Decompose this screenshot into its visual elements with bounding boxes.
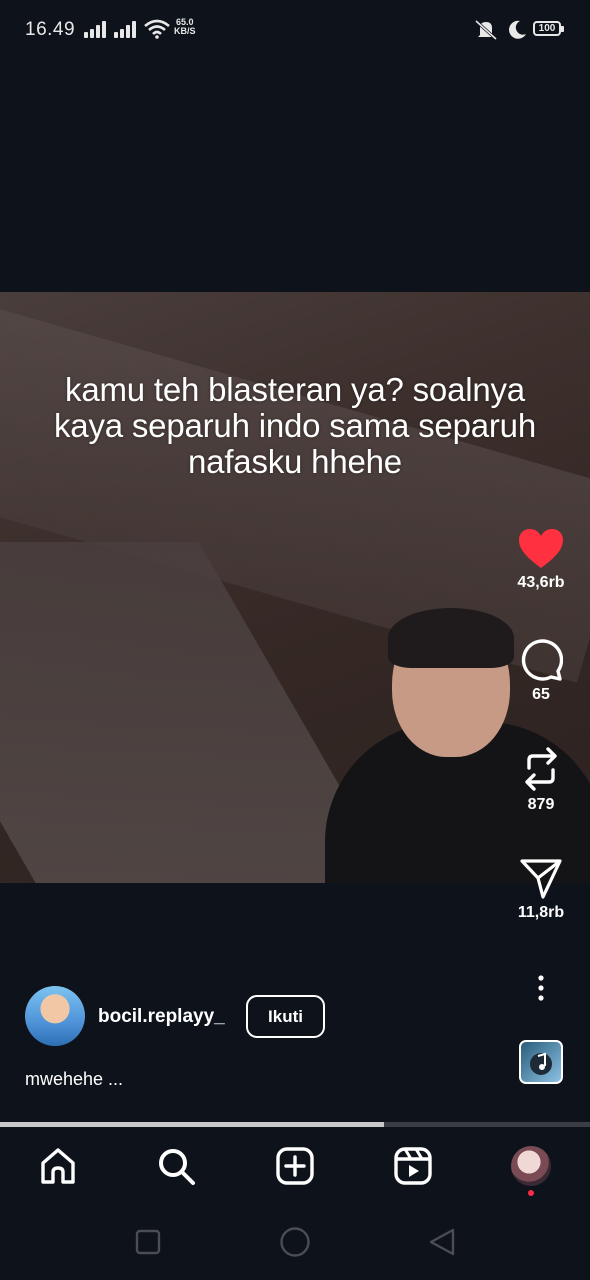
follow-button[interactable]: Ikuti <box>246 995 325 1038</box>
video-progress-fill <box>0 1122 384 1127</box>
caption-line: kaya separuh indo sama separuh <box>54 407 536 444</box>
comment-count: 65 <box>532 686 550 703</box>
caption-line: nafasku hhehe <box>188 443 402 480</box>
more-options-icon[interactable] <box>534 974 548 1004</box>
repost-icon[interactable] <box>521 746 561 792</box>
user-avatar[interactable] <box>25 986 85 1046</box>
comment-button[interactable]: 65 <box>505 638 577 704</box>
reels-icon[interactable] <box>393 1146 433 1186</box>
system-navigation-bar <box>0 1205 590 1280</box>
video-progress-bar[interactable] <box>0 1122 590 1127</box>
reel-video[interactable]: kamu teh blasteran ya? soalnya kaya sepa… <box>0 292 590 883</box>
home-icon[interactable] <box>38 1146 78 1186</box>
send-paper-plane-icon[interactable] <box>519 858 563 900</box>
caption-line: kamu teh blasteran ya? soalnya <box>65 371 525 408</box>
signal-icon <box>114 21 140 38</box>
recent-apps-square-icon[interactable] <box>135 1229 161 1255</box>
share-count: 11,8rb <box>517 904 565 921</box>
network-speed: 65.0 KB/S <box>174 18 196 36</box>
home-circle-icon[interactable] <box>279 1226 311 1258</box>
like-button[interactable]: 43,6rb <box>505 528 577 592</box>
profile-avatar[interactable] <box>511 1146 551 1186</box>
bottom-navigation <box>0 1130 590 1205</box>
nav-reels[interactable] <box>393 1146 433 1186</box>
search-icon[interactable] <box>156 1146 196 1186</box>
post-description[interactable]: mwehehe ... <box>25 1069 123 1090</box>
status-bar: 16.49 65.0 KB/S 100 <box>0 0 590 60</box>
nav-home[interactable] <box>38 1146 78 1186</box>
nav-profile[interactable] <box>511 1146 551 1186</box>
like-count: 43,6rb <box>517 574 565 591</box>
nav-search[interactable] <box>156 1146 196 1186</box>
network-speed-unit: KB/S <box>174 26 196 36</box>
signal-icon <box>84 21 110 38</box>
video-person-hair <box>388 608 514 668</box>
repost-button[interactable]: 879 <box>505 746 577 814</box>
nav-create[interactable] <box>275 1146 315 1186</box>
share-button[interactable]: 11,8rb <box>505 858 577 922</box>
back-triangle-icon[interactable] <box>428 1227 456 1257</box>
repost-count: 879 <box>527 796 555 813</box>
wifi-icon <box>144 19 170 39</box>
username[interactable]: bocil.replayy_ <box>98 1006 225 1028</box>
mute-vibrate-icon <box>474 19 498 41</box>
video-caption: kamu teh blasteran ya? soalnya kaya sepa… <box>20 372 570 480</box>
profile-notification-dot <box>528 1190 534 1196</box>
music-note-icon <box>530 1052 552 1075</box>
create-icon[interactable] <box>275 1146 315 1186</box>
status-time: 16.49 <box>25 19 76 40</box>
audio-thumbnail[interactable] <box>519 1040 563 1084</box>
do-not-disturb-moon-icon <box>509 20 526 39</box>
heart-icon[interactable] <box>518 528 564 570</box>
comment-icon[interactable] <box>519 638 563 682</box>
battery-icon: 100 <box>533 21 564 36</box>
